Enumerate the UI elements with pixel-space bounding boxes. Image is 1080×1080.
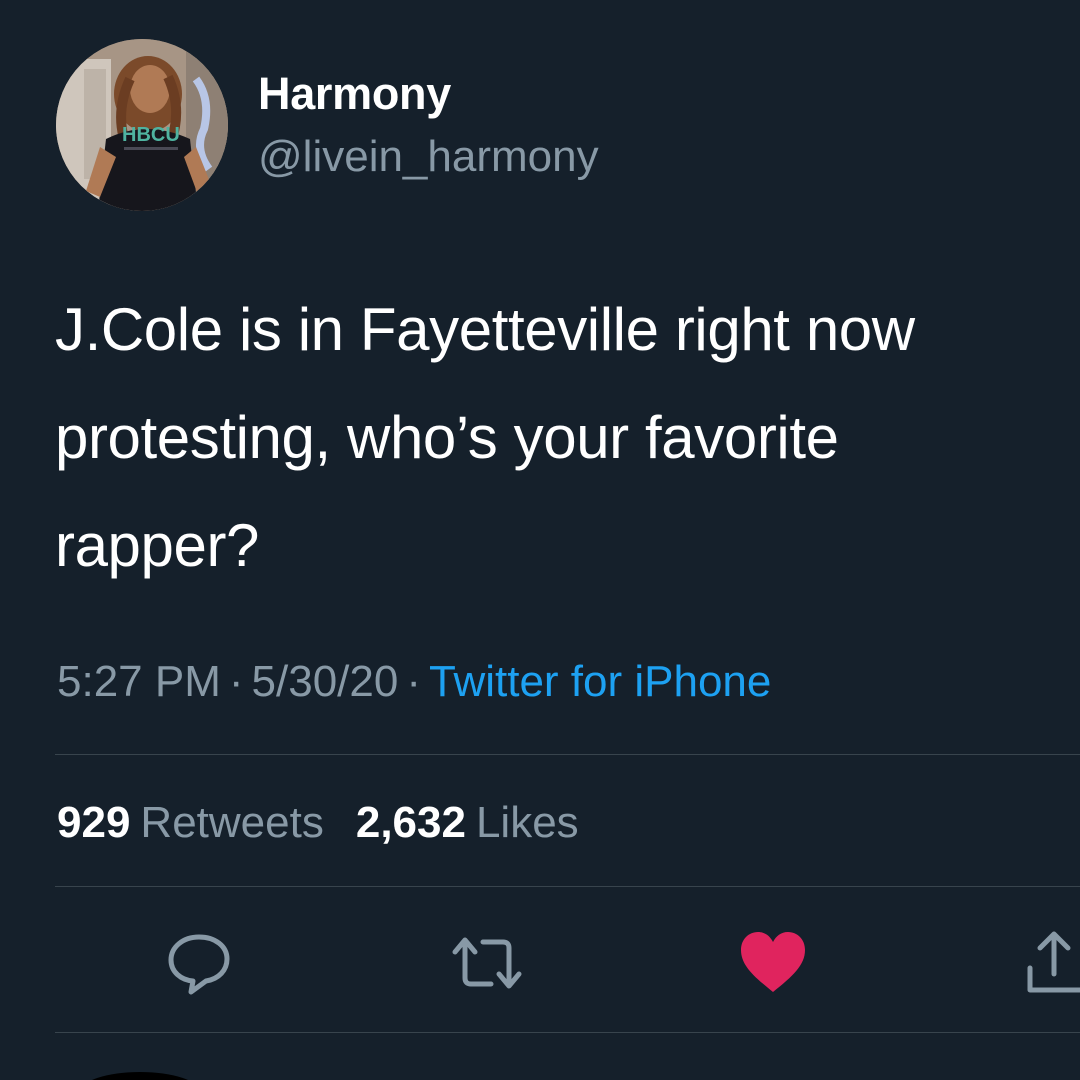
tweet-time[interactable]: 5:27 PM xyxy=(57,657,221,706)
meta-separator: · xyxy=(406,657,421,706)
share-icon xyxy=(1027,931,1080,993)
retweet-button[interactable] xyxy=(449,928,522,998)
avatar-photo: HBCU xyxy=(56,39,228,211)
next-reply-preview xyxy=(0,1034,1080,1080)
share-button[interactable] xyxy=(1020,924,1080,994)
tweet-source-link[interactable]: Twitter for iPhone xyxy=(429,657,771,706)
likes-count: 2,632 xyxy=(355,798,466,847)
author-display-name[interactable]: Harmony xyxy=(258,68,451,120)
tweet-text-line: J.Cole is in Fayetteville right now xyxy=(55,296,915,363)
divider xyxy=(55,754,1080,755)
tweet-text-line: rapper? xyxy=(55,512,260,579)
tweet-meta: 5:27 PM · 5/30/20 · Twitter for iPhone xyxy=(57,657,771,707)
retweets-stat[interactable]: 929 Retweets xyxy=(57,798,324,847)
retweets-label: Retweets xyxy=(140,798,324,847)
heart-icon xyxy=(741,932,805,992)
meta-separator: · xyxy=(228,657,244,706)
divider xyxy=(55,1032,1080,1033)
author-handle[interactable]: @livein_harmony xyxy=(258,132,599,182)
divider xyxy=(55,886,1080,887)
tweet-stats: 929 Retweets 2,632 Likes xyxy=(57,798,579,848)
avatar[interactable]: HBCU xyxy=(56,39,228,211)
reply-avatar xyxy=(80,1072,200,1080)
tweet-text-line: protesting, who’s your favorite xyxy=(55,404,839,471)
likes-label: Likes xyxy=(475,798,579,847)
reply-button[interactable] xyxy=(164,928,234,998)
tweet-detail: HBCU Harmony @livein_harmony J.Cole is i… xyxy=(0,0,1080,1080)
retweets-count: 929 xyxy=(57,798,131,847)
like-button[interactable] xyxy=(738,930,808,1000)
retweet-icon xyxy=(452,937,522,989)
reply-icon xyxy=(168,934,230,995)
likes-stat[interactable]: 2,632 Likes xyxy=(356,798,579,847)
tweet-text: J.Cole is in Fayetteville right now prot… xyxy=(55,276,1065,600)
tweet-date[interactable]: 5/30/20 xyxy=(252,657,399,706)
avatar-shirt-text: HBCU xyxy=(122,124,180,146)
